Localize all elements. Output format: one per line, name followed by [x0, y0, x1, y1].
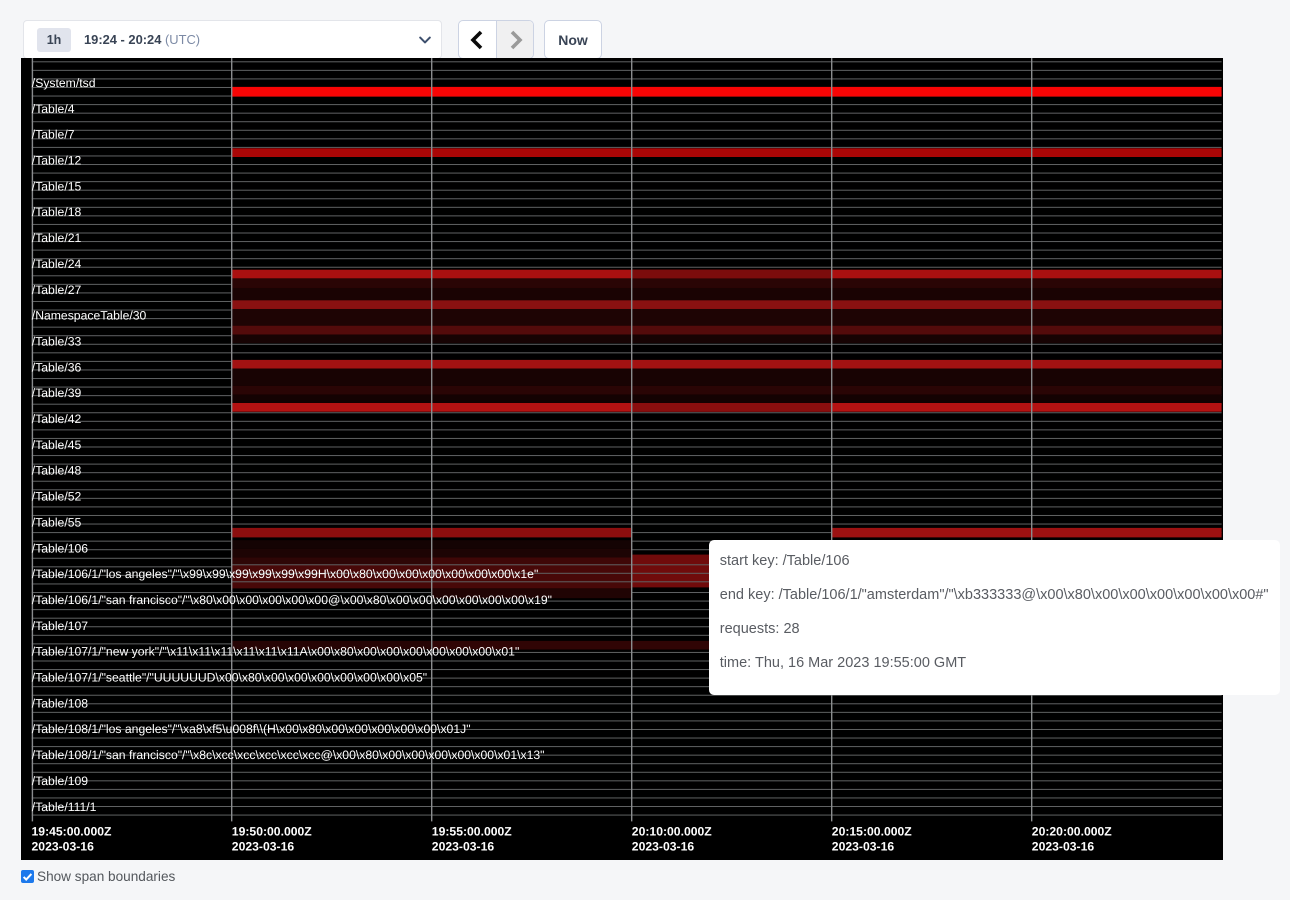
svg-text:/Table/39: /Table/39	[32, 386, 82, 400]
svg-text:20:20:00.000Z: 20:20:00.000Z	[1032, 824, 1113, 838]
svg-text:/Table/108/1/"los angeles"/"\x: /Table/108/1/"los angeles"/"\xa8\xf5\u00…	[32, 722, 471, 736]
svg-text:19:45:00.000Z: 19:45:00.000Z	[32, 824, 113, 838]
svg-text:/Table/18: /Table/18	[32, 205, 82, 219]
svg-text:/Table/27: /Table/27	[32, 282, 82, 296]
svg-text:/Table/15: /Table/15	[32, 179, 82, 193]
svg-text:2023-03-16: 2023-03-16	[832, 839, 895, 853]
svg-text:/Table/33: /Table/33	[32, 334, 82, 348]
svg-text:2023-03-16: 2023-03-16	[432, 839, 495, 853]
svg-text:/Table/111/1: /Table/111/1	[32, 799, 97, 813]
svg-text:2023-03-16: 2023-03-16	[32, 839, 95, 853]
svg-text:/Table/45: /Table/45	[32, 437, 82, 451]
svg-text:/Table/106/1/"los angeles"/"\x: /Table/106/1/"los angeles"/"\x99\x99\x99…	[32, 567, 538, 581]
svg-text:/Table/36: /Table/36	[32, 360, 82, 374]
svg-text:/Table/4: /Table/4	[32, 101, 75, 115]
svg-text:20:10:00.000Z: 20:10:00.000Z	[632, 824, 713, 838]
svg-text:/Table/108/1/"san francisco"/": /Table/108/1/"san francisco"/"\x8c\xcc\x…	[32, 748, 545, 762]
svg-text:/Table/106: /Table/106	[32, 541, 88, 555]
svg-text:/Table/107/1/"seattle"/"UUUUUU: /Table/107/1/"seattle"/"UUUUUUD\x00\x80\…	[32, 670, 427, 684]
svg-text:/Table/24: /Table/24	[32, 257, 82, 271]
svg-text:/Table/108: /Table/108	[32, 696, 88, 710]
svg-text:/Table/48: /Table/48	[32, 463, 82, 477]
svg-text:/Table/7: /Table/7	[32, 127, 75, 141]
svg-text:20:15:00.000Z: 20:15:00.000Z	[832, 824, 913, 838]
svg-text:19:55:00.000Z: 19:55:00.000Z	[432, 824, 513, 838]
svg-text:2023-03-16: 2023-03-16	[232, 839, 295, 853]
svg-text:/Table/52: /Table/52	[32, 489, 82, 503]
svg-text:/Table/107/1/"new york"/"\x11\: /Table/107/1/"new york"/"\x11\x11\x11\x1…	[32, 644, 519, 658]
svg-text:/Table/109: /Table/109	[32, 774, 88, 788]
svg-text:/System/tsd: /System/tsd	[32, 76, 96, 90]
svg-text:/NamespaceTable/30: /NamespaceTable/30	[32, 308, 147, 322]
svg-text:2023-03-16: 2023-03-16	[1032, 839, 1095, 853]
svg-text:2023-03-16: 2023-03-16	[632, 839, 695, 853]
svg-text:/Table/21: /Table/21	[32, 231, 82, 245]
svg-text:/Table/12: /Table/12	[32, 153, 82, 167]
svg-text:/Table/106/1/"san francisco"/": /Table/106/1/"san francisco"/"\x80\x00\x…	[32, 593, 552, 607]
svg-text:19:50:00.000Z: 19:50:00.000Z	[232, 824, 313, 838]
svg-text:/Table/55: /Table/55	[32, 515, 82, 529]
svg-text:/Table/107: /Table/107	[32, 618, 88, 632]
svg-text:/Table/42: /Table/42	[32, 412, 82, 426]
